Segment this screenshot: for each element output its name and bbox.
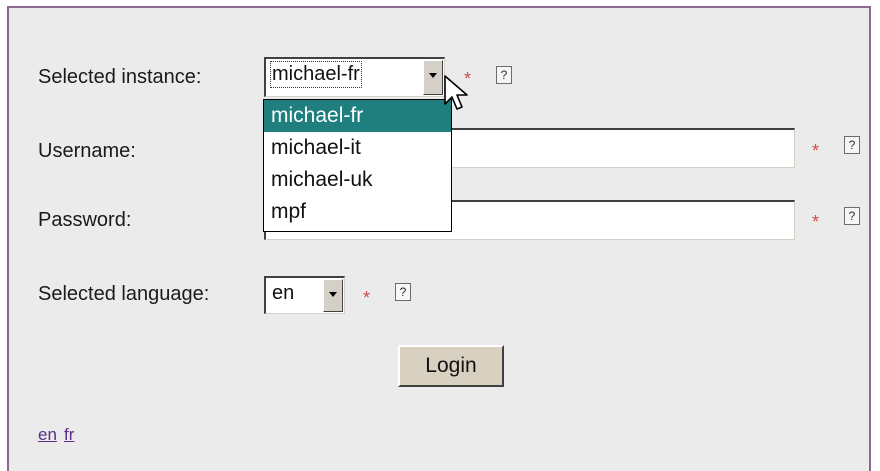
instance-select[interactable]: michael-fr [264, 57, 445, 97]
instance-label: Selected instance: [38, 66, 202, 88]
dropdown-option-mpf[interactable]: mpf [264, 196, 451, 228]
chevron-down-icon[interactable] [323, 279, 343, 312]
username-required-mark: * [812, 141, 820, 161]
language-select-value: en [272, 282, 295, 304]
language-required-mark: * [363, 288, 371, 308]
dropdown-option-michael-it[interactable]: michael-it [264, 132, 451, 164]
question-mark-icon[interactable]: ? [395, 283, 411, 301]
username-label: Username: [38, 140, 136, 162]
language-link-en[interactable]: en [38, 425, 57, 445]
language-select[interactable]: en [264, 276, 345, 314]
question-mark-icon[interactable]: ? [844, 207, 860, 225]
login-button[interactable]: Login [398, 345, 504, 387]
password-required-mark: * [812, 212, 820, 232]
password-label: Password: [38, 209, 132, 231]
instance-dropdown-list[interactable]: michael-fr michael-it michael-uk mpf [263, 99, 452, 232]
language-label: Selected language: [38, 283, 210, 305]
arrow-cursor-icon [444, 75, 468, 110]
question-mark-icon[interactable]: ? [844, 136, 860, 154]
dropdown-option-michael-fr[interactable]: michael-fr [264, 100, 451, 132]
language-link-fr[interactable]: fr [64, 425, 74, 445]
instance-select-value: michael-fr [270, 61, 362, 88]
question-mark-icon[interactable]: ? [496, 66, 512, 84]
dropdown-option-michael-uk[interactable]: michael-uk [264, 164, 451, 196]
chevron-down-icon[interactable] [423, 60, 443, 95]
